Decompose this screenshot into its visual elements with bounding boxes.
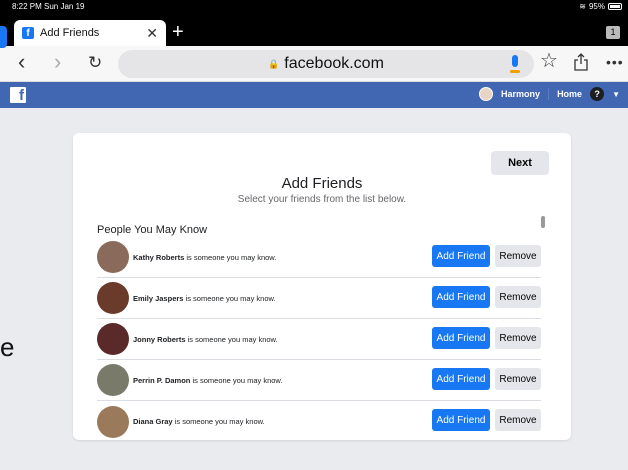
list-item: Jonny Roberts is someone you may know. A… xyxy=(97,319,541,360)
person-text: Kathy Roberts is someone you may know. xyxy=(133,253,276,262)
microphone-icon[interactable] xyxy=(510,55,520,73)
person-name[interactable]: Diana Gray xyxy=(133,417,173,426)
avatar[interactable] xyxy=(97,364,129,396)
list-item: Kathy Roberts is someone you may know. A… xyxy=(97,237,541,278)
person-text: Jonny Roberts is someone you may know. xyxy=(133,335,278,344)
people-list: Kathy Roberts is someone you may know. A… xyxy=(97,237,541,442)
forward-icon[interactable]: › xyxy=(54,51,61,73)
remove-button[interactable]: Remove xyxy=(495,245,541,267)
divider xyxy=(548,88,550,100)
avatar[interactable] xyxy=(97,323,129,355)
avatar[interactable] xyxy=(479,87,494,101)
person-name[interactable]: Emily Jaspers xyxy=(133,294,183,303)
edge-artifact xyxy=(0,26,7,48)
remove-button[interactable]: Remove xyxy=(495,409,541,431)
person-suffix: is someone you may know. xyxy=(183,293,276,303)
edge-artifact-glyph: e xyxy=(0,332,15,362)
person-suffix: is someone you may know. xyxy=(185,334,278,344)
battery-icon xyxy=(608,3,622,10)
person-text: Emily Jaspers is someone you may know. xyxy=(133,294,276,303)
status-bar: 8:22 PM Sun Jan 19 ≋ 95% xyxy=(0,0,628,14)
add-friend-button[interactable]: Add Friend xyxy=(432,327,490,349)
list-item: Diana Gray is someone you may know. Add … xyxy=(97,401,541,442)
url-field[interactable]: 🔒 facebook.com xyxy=(118,50,534,78)
person-suffix: is someone you may know. xyxy=(190,375,283,385)
wifi-icon: ≋ xyxy=(579,2,586,11)
person-text: Diana Gray is someone you may know. xyxy=(133,417,265,426)
add-friend-button[interactable]: Add Friend xyxy=(432,409,490,431)
person-name[interactable]: Jonny Roberts xyxy=(133,335,186,344)
add-friend-button[interactable]: Add Friend xyxy=(432,286,490,308)
person-suffix: is someone you may know. xyxy=(184,252,277,262)
reload-icon[interactable]: ↻ xyxy=(88,54,102,71)
facebook-header: f Harmony Home ? ▼ xyxy=(0,82,628,108)
back-icon[interactable]: ‹ xyxy=(18,51,25,73)
help-icon[interactable]: ? xyxy=(590,87,605,101)
add-friends-card: Next Add Friends Select your friends fro… xyxy=(73,133,571,440)
person-suffix: is someone you may know. xyxy=(172,417,265,426)
share-icon[interactable] xyxy=(574,53,588,71)
lock-icon: 🔒 xyxy=(268,58,280,69)
section-title: People You May Know xyxy=(97,224,208,236)
scrollbar[interactable] xyxy=(541,216,545,228)
battery-percent: 95% xyxy=(588,2,605,11)
avatar[interactable] xyxy=(97,282,129,314)
tab-count[interactable]: 1 xyxy=(606,26,620,39)
person-name[interactable]: Perrin P. Damon xyxy=(133,376,190,385)
page-title: Add Friends xyxy=(281,175,363,192)
tab-title: Add Friends xyxy=(40,27,100,39)
remove-button[interactable]: Remove xyxy=(495,368,541,390)
facebook-logo-icon[interactable]: f xyxy=(10,87,26,103)
profile-link[interactable]: Harmony xyxy=(501,89,540,99)
close-icon[interactable]: ✕ xyxy=(146,25,158,42)
person-name[interactable]: Kathy Roberts xyxy=(133,253,184,262)
bookmark-star-icon[interactable]: ☆ xyxy=(540,51,558,71)
tab-add-friends[interactable]: f Add Friends ✕ xyxy=(14,20,166,46)
avatar[interactable] xyxy=(97,241,129,273)
url-text: facebook.com xyxy=(284,55,384,72)
page-subtitle: Select your friends from the list below. xyxy=(237,194,407,205)
add-friend-button[interactable]: Add Friend xyxy=(432,245,490,267)
avatar[interactable] xyxy=(97,405,129,438)
tab-bar: f Add Friends ✕ + 1 xyxy=(0,14,628,46)
list-item: Perrin P. Damon is someone you may know.… xyxy=(97,360,541,401)
facebook-favicon-icon: f xyxy=(22,27,34,39)
add-friend-button[interactable]: Add Friend xyxy=(432,368,490,390)
person-text: Perrin P. Damon is someone you may know. xyxy=(133,376,283,385)
remove-button[interactable]: Remove xyxy=(495,327,541,349)
chevron-down-icon[interactable]: ▼ xyxy=(612,90,620,99)
list-item: Emily Jaspers is someone you may know. A… xyxy=(97,278,541,319)
new-tab-icon[interactable]: + xyxy=(172,22,184,42)
remove-button[interactable]: Remove xyxy=(495,286,541,308)
address-bar: ‹ › ↻ 🔒 facebook.com ☆ ••• xyxy=(0,46,628,82)
more-icon[interactable]: ••• xyxy=(606,54,624,70)
status-time: 8:22 PM Sun Jan 19 xyxy=(12,2,85,11)
next-button[interactable]: Next xyxy=(491,151,549,175)
home-link[interactable]: Home xyxy=(557,89,582,99)
